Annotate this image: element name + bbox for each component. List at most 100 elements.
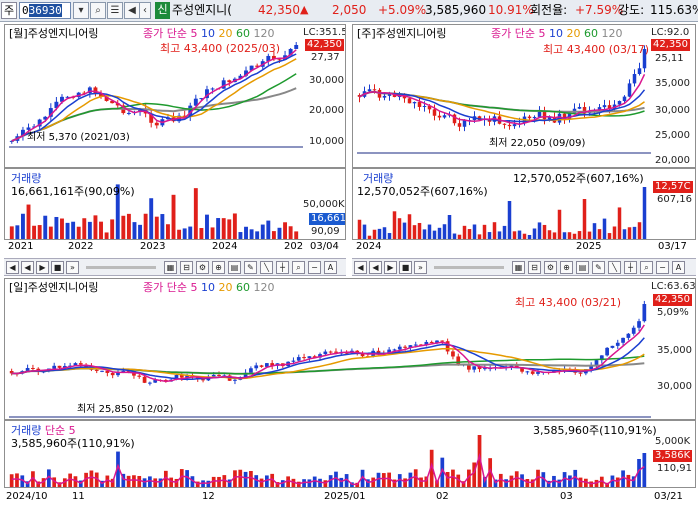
crosshair-icon[interactable]: ┼ [624, 261, 637, 274]
market-tab-label: 주 [3, 4, 15, 17]
monthly-volume-chart [9, 184, 299, 239]
volume-bar [504, 479, 508, 487]
zoom-icon[interactable]: ⌕ [292, 261, 305, 274]
step-back-icon[interactable]: ◀ [369, 261, 382, 274]
volume-bar [171, 194, 176, 239]
fast-forward-icon[interactable]: » [66, 261, 79, 274]
draw-icon[interactable]: ✎ [592, 261, 605, 274]
weekly-y-tick-4: 20,000 [655, 155, 690, 166]
daily-volume-sub: 단순 5 [44, 424, 76, 437]
monthly-date-0: 2021 [8, 241, 34, 252]
daily-price-panel[interactable]: [일]주성엔지니어링 종가 단순 5 10 20 60 120 최고 43,40… [4, 278, 696, 420]
indicator-icon[interactable]: ⊕ [560, 261, 573, 274]
print-icon[interactable]: ▤ [576, 261, 589, 274]
weekly-volume-panel[interactable]: 거래량 12,570,052주(607,16%) 12,570,052주(607… [352, 168, 696, 240]
volume-bar [472, 224, 477, 239]
candle-body [254, 365, 259, 369]
volume-bar [403, 478, 407, 487]
speaker-icon[interactable]: ◀ [124, 2, 140, 19]
candle-body [642, 304, 647, 322]
candle-body [323, 351, 328, 355]
line-icon[interactable]: ╲ [260, 261, 273, 274]
scroll-left-icon[interactable]: ◀ [354, 261, 367, 274]
weekly-price-panel[interactable]: [주]주성엔지니어링 종가 단순 5 10 20 60 120 최고 43,40… [352, 24, 696, 168]
menu-icon[interactable]: ☰ [107, 2, 123, 19]
dropdown-icon[interactable]: ▾ [73, 2, 89, 19]
indicator-icon[interactable]: ⊕ [212, 261, 225, 274]
volume-bar [547, 230, 552, 239]
candle-body [126, 112, 131, 114]
step-forward-icon[interactable]: ▶ [384, 261, 397, 274]
volume-bar [442, 224, 447, 239]
weekly-toolbar: ◀ ◀ ▶ ■ » ▦ ⊟ ⚙ ⊕ ▤ ✎ ╲ ┼ ⌕ − A [352, 258, 696, 276]
weekly-volume-value: 12,570,052주(607,16%) [357, 185, 488, 198]
zoom-icon[interactable]: ⌕ [640, 261, 653, 274]
volume-bar [577, 231, 582, 239]
candle-body [605, 347, 609, 356]
monthly-price-box-2: 27,37 [311, 52, 340, 63]
volume-bar [271, 231, 276, 239]
candle-body [610, 345, 615, 348]
settings-icon[interactable]: ⚙ [196, 261, 209, 274]
scroll-left-icon[interactable]: ◀ [6, 261, 19, 274]
volume-bar [402, 222, 407, 239]
settings-icon[interactable]: ⚙ [544, 261, 557, 274]
font-a-icon[interactable]: A [672, 261, 685, 274]
volume-bar [632, 226, 637, 239]
zoom-slider[interactable] [434, 266, 504, 269]
weekly-y-tick-1: 35,000 [655, 78, 690, 89]
monthly-high-label: 최고 43,400 (2025/03) [160, 42, 281, 55]
candle-icon[interactable]: ⊟ [180, 261, 193, 274]
volume-bar [37, 225, 42, 239]
monthly-volume-title: 거래량 [11, 172, 42, 185]
volume-bar [627, 227, 632, 239]
strength-value: 115.63% [650, 3, 698, 17]
stock-code-input[interactable]: 036930 [19, 2, 71, 19]
daily-volume-y-tick: 5,000K [655, 436, 691, 447]
ma120-label-daily: 120 [253, 281, 275, 294]
step-back-icon[interactable]: ◀ [21, 261, 34, 274]
stop-icon[interactable]: ■ [51, 261, 64, 274]
daily-volume-value: 3,585,960주(110,91%) [11, 437, 135, 450]
volume-bar [427, 224, 432, 239]
daily-date-1: 11 [72, 491, 85, 502]
ma20-line [11, 347, 645, 380]
candle-icon[interactable]: ⊟ [528, 261, 541, 274]
candle-body [296, 357, 301, 361]
monthly-date-1: 2022 [68, 241, 94, 252]
volume-bar [205, 214, 209, 239]
draw-icon[interactable]: ✎ [244, 261, 257, 274]
daily-volume-panel[interactable]: 거래량 단순 5 3,585,960주(110,91%) 3,585,960주(… [4, 420, 696, 488]
minus-icon[interactable]: − [656, 261, 669, 274]
chart-type-icon[interactable]: ▦ [512, 261, 525, 274]
step-forward-icon[interactable]: ▶ [36, 261, 49, 274]
search-icon[interactable]: ⌕ [90, 2, 106, 19]
print-icon[interactable]: ▤ [228, 261, 241, 274]
ma5-label-daily: 5 [190, 281, 198, 294]
market-tab[interactable]: 주 [1, 2, 17, 19]
chart-type-icon[interactable]: ▦ [164, 261, 177, 274]
volume-bar [199, 228, 204, 239]
crosshair-icon[interactable]: ┼ [276, 261, 289, 274]
volume-bar [422, 229, 427, 239]
turnover-value: +7.59% [575, 3, 624, 17]
zoom-slider[interactable] [86, 266, 156, 269]
line-icon[interactable]: ╲ [608, 261, 621, 274]
prev-stock-icon[interactable]: ‹ [139, 2, 151, 19]
stock-header: 주 036930 ▾ ⌕ ☰ ◀ ‹ 신 주성엔지니( 42,350 ▲ 2,0… [0, 0, 698, 22]
volume-bar [243, 471, 248, 487]
volume-bar [437, 227, 442, 239]
monthly-volume-panel[interactable]: 거래량 16,661,161주(90,09%) 50,000K 16,661 9… [4, 168, 346, 240]
monthly-price-panel[interactable]: [월]주성엔지니어링 종가 단순 5 10 20 60 120 최고 43,40… [4, 24, 346, 168]
volume-bar [138, 224, 143, 239]
stop-icon[interactable]: ■ [399, 261, 412, 274]
font-a-icon[interactable]: A [324, 261, 337, 274]
volume-bar [82, 218, 87, 239]
volume-bar [467, 229, 472, 239]
volume-bar [283, 222, 288, 239]
minus-icon[interactable]: − [308, 261, 321, 274]
candle-body [622, 96, 627, 102]
volume-bar [452, 233, 457, 239]
candle-body [78, 363, 83, 365]
fast-forward-icon[interactable]: » [414, 261, 427, 274]
